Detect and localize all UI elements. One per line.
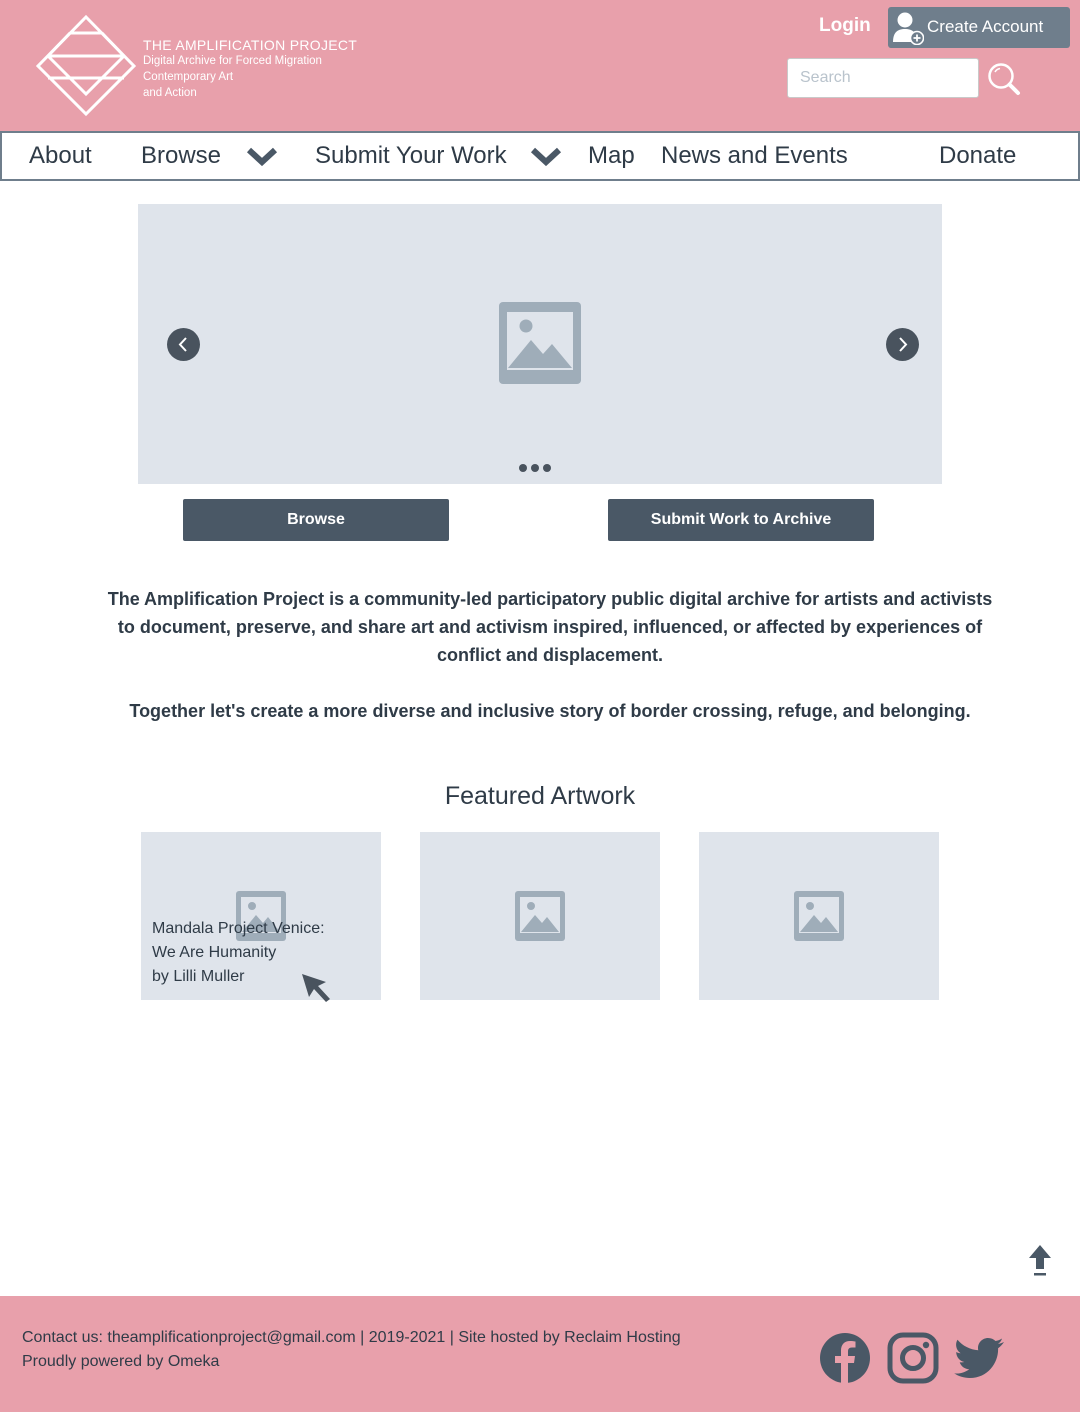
search-input[interactable] <box>787 58 979 98</box>
artwork-caption: Mandala Project Venice: We Are Humanity … <box>152 917 377 989</box>
chevron-down-icon[interactable] <box>246 146 278 168</box>
intro-text: The Amplification Project is a community… <box>107 589 993 665</box>
instagram-icon[interactable] <box>887 1332 939 1384</box>
carousel-next-button[interactable] <box>886 328 919 361</box>
amplification-project-logo[interactable] <box>34 14 138 118</box>
add-user-icon <box>893 12 924 45</box>
site-footer: Contact us: theamplificationproject@gmai… <box>0 1296 1080 1412</box>
logo-text: THE AMPLIFICATION PROJECT Digital Archiv… <box>143 37 357 101</box>
submit-work-button[interactable]: Submit Work to Archive <box>608 499 874 541</box>
search-icon[interactable] <box>987 62 1021 96</box>
logo-title: THE AMPLIFICATION PROJECT <box>143 37 358 53</box>
artwork-title-line: Mandala Project Venice: <box>152 920 325 937</box>
featured-artwork-card[interactable] <box>699 832 939 1000</box>
carousel-dot[interactable] <box>531 464 539 472</box>
carousel-dot[interactable] <box>543 464 551 472</box>
footer-powered-by: Proudly powered by Omeka <box>22 1353 220 1370</box>
artwork-title-line: We Are Humanity <box>152 944 277 961</box>
chevron-right-icon <box>899 337 908 352</box>
nav-item-news-and-events[interactable]: News and Events <box>661 142 848 170</box>
tagline-text: Together let's create a more diverse and… <box>129 701 971 721</box>
main-navigation: About Browse Submit Your Work Map News a… <box>0 131 1080 181</box>
chevron-left-icon <box>178 337 187 352</box>
footer-text: Contact us: theamplificationproject@gmai… <box>22 1326 681 1374</box>
create-account-label: Create Account <box>927 17 1044 36</box>
featured-artwork-card[interactable] <box>420 832 660 1000</box>
nav-item-submit-your-work[interactable]: Submit Your Work <box>315 142 507 170</box>
image-placeholder-icon <box>515 891 565 941</box>
twitter-icon[interactable] <box>954 1332 1006 1384</box>
back-to-top-icon[interactable] <box>1028 1244 1052 1278</box>
hero-carousel <box>138 204 942 484</box>
facebook-icon[interactable] <box>819 1332 871 1384</box>
footer-contact-line: Contact us: theamplificationproject@gmai… <box>22 1329 681 1346</box>
nav-item-browse[interactable]: Browse <box>141 142 221 170</box>
logo-subtitle-line: Digital Archive for Forced Migration <box>143 55 322 67</box>
nav-item-map[interactable]: Map <box>588 142 635 170</box>
login-link[interactable]: Login <box>819 15 871 37</box>
nav-item-about[interactable]: About <box>29 142 92 170</box>
create-account-button[interactable]: Create Account <box>888 7 1070 48</box>
carousel-indicators <box>519 464 553 472</box>
nav-item-donate[interactable]: Donate <box>939 142 1016 170</box>
logo-subtitle-line: and Action <box>143 87 197 99</box>
carousel-prev-button[interactable] <box>167 328 200 361</box>
artwork-artist: by Lilli Muller <box>152 968 245 985</box>
mouse-cursor-icon <box>302 974 330 1002</box>
featured-artwork-heading: Featured Artwork <box>444 782 636 810</box>
logo-subtitle-line: Contemporary Art <box>143 71 234 83</box>
browse-button[interactable]: Browse <box>183 499 449 541</box>
site-header: THE AMPLIFICATION PROJECT Digital Archiv… <box>0 0 1080 131</box>
carousel-dot[interactable] <box>519 464 527 472</box>
image-placeholder-icon <box>499 302 581 384</box>
chevron-down-icon[interactable] <box>530 146 562 168</box>
image-placeholder-icon <box>794 891 844 941</box>
featured-artwork-card[interactable]: Mandala Project Venice: We Are Humanity … <box>141 832 381 1000</box>
